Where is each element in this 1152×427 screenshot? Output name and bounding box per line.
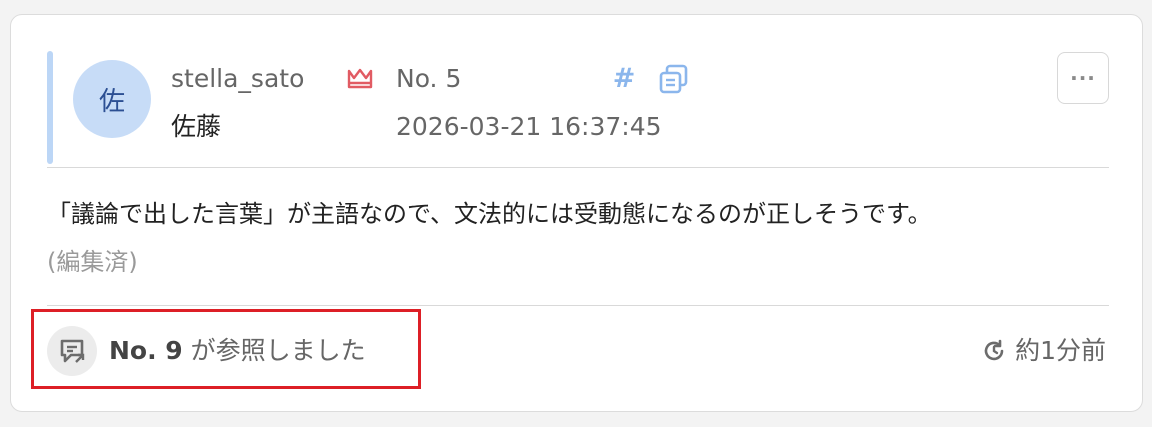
post-body: 「議論で出した言葉」が主語なので、文法的には受動態になるのが正しそうです。 (47, 200, 932, 228)
avatar-initial: 佐 (98, 86, 125, 117)
more-options-button[interactable]: ··· (1057, 52, 1109, 104)
hash-icon[interactable]: # (609, 63, 639, 95)
post-number: No. 5 (396, 64, 462, 93)
post-card: 佐 stella_sato No. 5 # 佐藤 2026-03-21 16:3… (10, 14, 1143, 412)
divider (47, 305, 1109, 306)
history-clock-icon (984, 339, 1004, 361)
avatar[interactable]: 佐 (73, 60, 151, 138)
more-icon: ··· (1070, 66, 1096, 90)
copy-icon[interactable] (657, 63, 691, 95)
accent-bar (47, 51, 53, 164)
display-name: 佐藤 (171, 112, 222, 141)
divider (47, 167, 1109, 168)
crown-icon (347, 68, 373, 89)
edited-label: (編集済) (47, 248, 138, 276)
reference-link[interactable]: No. 9 が参照しました (109, 333, 366, 369)
post-timestamp: 2026-03-21 16:37:45 (396, 112, 662, 141)
relative-time: 約1分前 (981, 333, 1106, 369)
reference-suffix: が参照しました (182, 336, 366, 365)
reference-number[interactable]: No. 9 (109, 336, 183, 365)
reply-reference-icon[interactable] (47, 326, 97, 376)
time-ago-text: 約1分前 (1015, 336, 1106, 365)
username[interactable]: stella_sato (171, 63, 304, 95)
